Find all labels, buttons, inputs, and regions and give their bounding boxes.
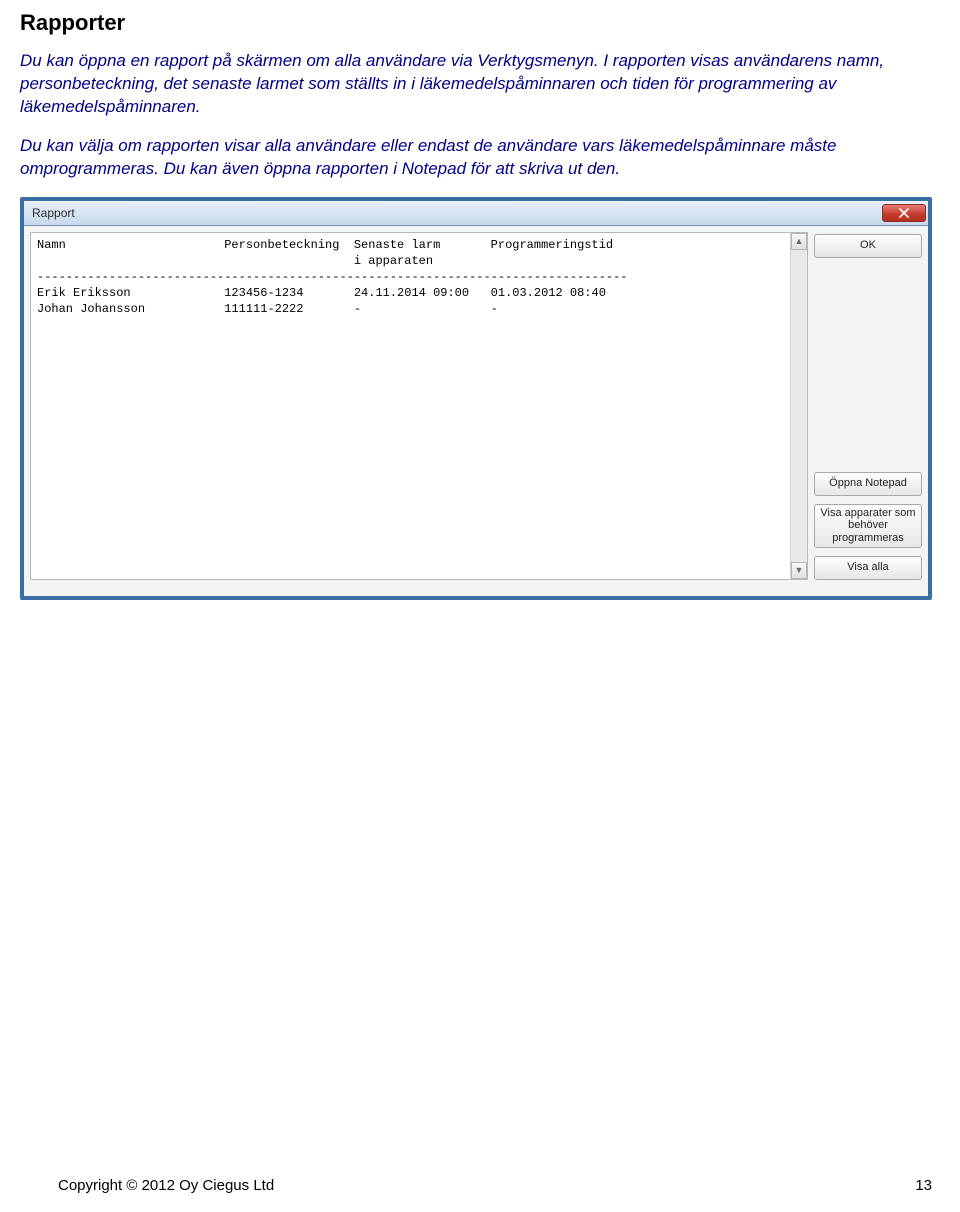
page-title: Rapporter — [20, 10, 940, 36]
chevron-down-icon: ▼ — [795, 565, 804, 575]
chevron-up-icon: ▲ — [795, 236, 804, 246]
dialog-side-buttons: OK Öppna Notepad Visa apparater som behö… — [814, 232, 922, 580]
page-footer: Copyright © 2012 Oy Ciegus Ltd 13 — [58, 1177, 940, 1194]
dialog-body: Namn Personbeteckning Senaste larm Progr… — [24, 226, 928, 596]
page-number: 13 — [915, 1177, 932, 1194]
intro-paragraph-1: Du kan öppna en rapport på skärmen om al… — [20, 50, 940, 119]
report-text-panel: Namn Personbeteckning Senaste larm Progr… — [30, 232, 808, 580]
show-all-button[interactable]: Visa alla — [814, 556, 922, 580]
dialog-titlebar: Rapport — [24, 201, 928, 226]
report-text: Namn Personbeteckning Senaste larm Progr… — [31, 233, 790, 579]
scroll-down-button[interactable]: ▼ — [791, 562, 807, 579]
dialog-title: Rapport — [32, 206, 75, 220]
close-button[interactable] — [882, 204, 926, 222]
intro-paragraph-2: Du kan välja om rapporten visar alla anv… — [20, 135, 940, 181]
report-dialog: Rapport Namn Personbeteckning Senaste la… — [20, 197, 932, 600]
close-icon — [899, 208, 909, 218]
show-need-programming-button[interactable]: Visa apparater som behöver programmeras — [814, 504, 922, 548]
open-notepad-button[interactable]: Öppna Notepad — [814, 472, 922, 496]
copyright-text: Copyright © 2012 Oy Ciegus Ltd — [58, 1177, 274, 1194]
scroll-up-button[interactable]: ▲ — [791, 233, 807, 250]
ok-button[interactable]: OK — [814, 234, 922, 258]
vertical-scrollbar[interactable]: ▲ ▼ — [790, 233, 807, 579]
